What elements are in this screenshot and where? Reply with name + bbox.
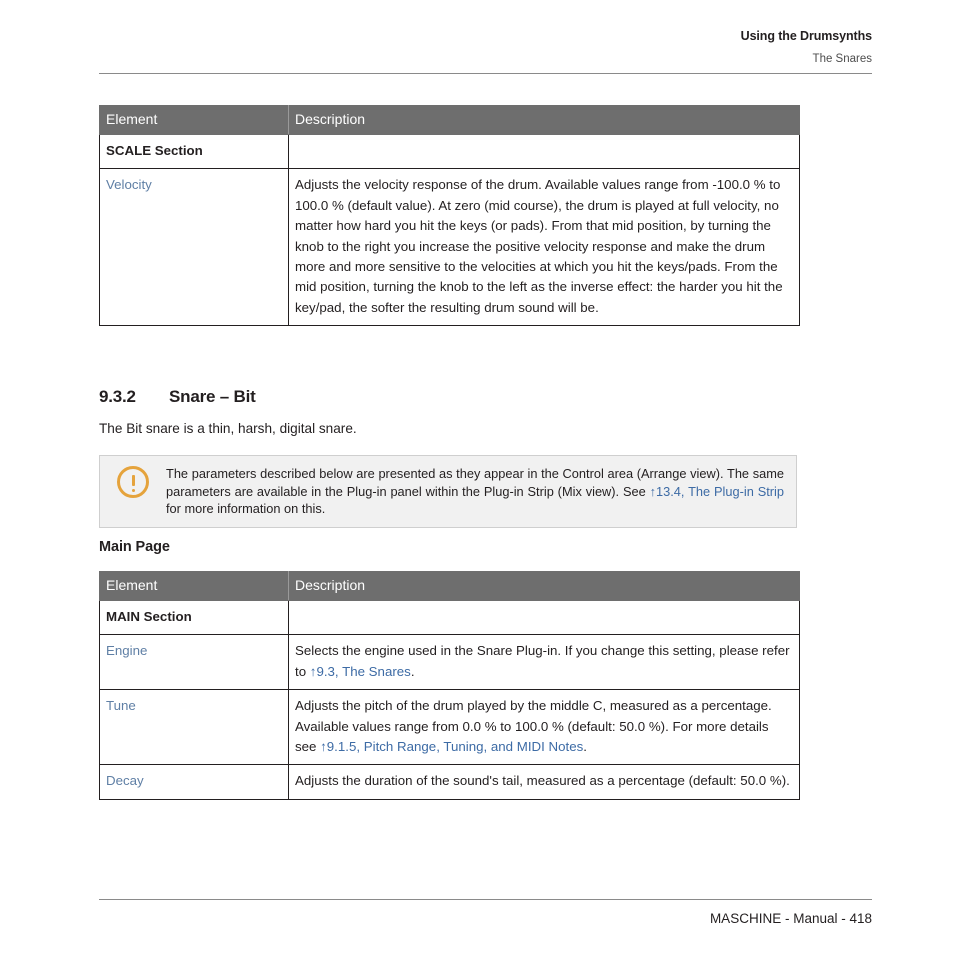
table-header-row: Element Description <box>99 571 800 601</box>
table-row: Velocity Adjusts the velocity response o… <box>99 168 800 327</box>
header-section-title: The Snares <box>812 53 872 65</box>
main-parameters-table: Element Description MAIN Section Engine … <box>99 571 800 800</box>
running-header: Using the Drumsynths The Snares <box>99 28 872 67</box>
row-element-name[interactable]: Velocity <box>99 168 289 327</box>
row-description: Adjusts the pitch of the drum played by … <box>288 689 800 766</box>
exclamation-dot <box>131 489 135 492</box>
note-callout: The parameters described below are prese… <box>99 455 797 528</box>
table-header-row: Element Description <box>99 105 800 135</box>
note-text-part-2: for more information on this. <box>166 501 326 516</box>
column-header-element: Element <box>99 571 289 601</box>
row-element-name[interactable]: Tune <box>99 689 289 766</box>
note-xref-link[interactable]: ↑13.4, The Plug-in Strip <box>650 484 784 499</box>
section-heading-number: 9.3.2 <box>99 387 136 406</box>
scale-parameters-table: Element Description SCALE Section Veloci… <box>99 105 800 327</box>
subsection-heading: Main Page <box>99 539 170 555</box>
warning-circle-icon <box>117 466 149 498</box>
table-row: MAIN Section <box>99 599 800 636</box>
row-description: Adjusts the duration of the sound's tail… <box>288 764 800 800</box>
description-xref-link[interactable]: ↑9.1.5, Pitch Range, Tuning, and MIDI No… <box>320 739 583 754</box>
row-description: Selects the engine used in the Snare Plu… <box>288 634 800 691</box>
table-row: Decay Adjusts the duration of the sound'… <box>99 764 800 800</box>
description-text-tail: . <box>410 663 415 679</box>
column-header-element: Element <box>99 105 289 135</box>
row-element-name: MAIN Section <box>99 599 289 636</box>
intro-paragraph: The Bit snare is a thin, harsh, digital … <box>99 421 357 436</box>
section-heading-title: Snare – Bit <box>169 387 256 406</box>
column-header-description: Description <box>288 105 800 135</box>
table-row: Tune Adjusts the pitch of the drum playe… <box>99 689 800 766</box>
note-icon-container <box>100 465 166 498</box>
header-divider <box>99 73 872 74</box>
table-row: SCALE Section <box>99 133 800 170</box>
footer-text: MASCHINE - Manual - 418 <box>709 911 872 926</box>
column-header-description: Description <box>288 571 800 601</box>
header-chapter-title: Using the Drumsynths <box>740 29 872 43</box>
description-xref-link[interactable]: ↑9.3, The Snares <box>310 664 411 679</box>
row-element-name: SCALE Section <box>99 133 289 170</box>
exclamation-stem <box>131 475 135 486</box>
section-heading: 9.3.2 Snare – Bit <box>99 387 256 407</box>
note-text: The parameters described below are prese… <box>166 465 796 518</box>
row-description <box>288 133 800 170</box>
row-description <box>288 599 800 636</box>
table-row: Engine Selects the engine used in the Sn… <box>99 634 800 691</box>
row-element-name[interactable]: Engine <box>99 634 289 691</box>
footer-divider <box>99 899 872 900</box>
row-description: Adjusts the velocity response of the dru… <box>288 168 800 327</box>
manual-page: Using the Drumsynths The Snares Element … <box>0 0 954 954</box>
row-element-name[interactable]: Decay <box>99 764 289 800</box>
description-text-tail: . <box>583 739 587 755</box>
